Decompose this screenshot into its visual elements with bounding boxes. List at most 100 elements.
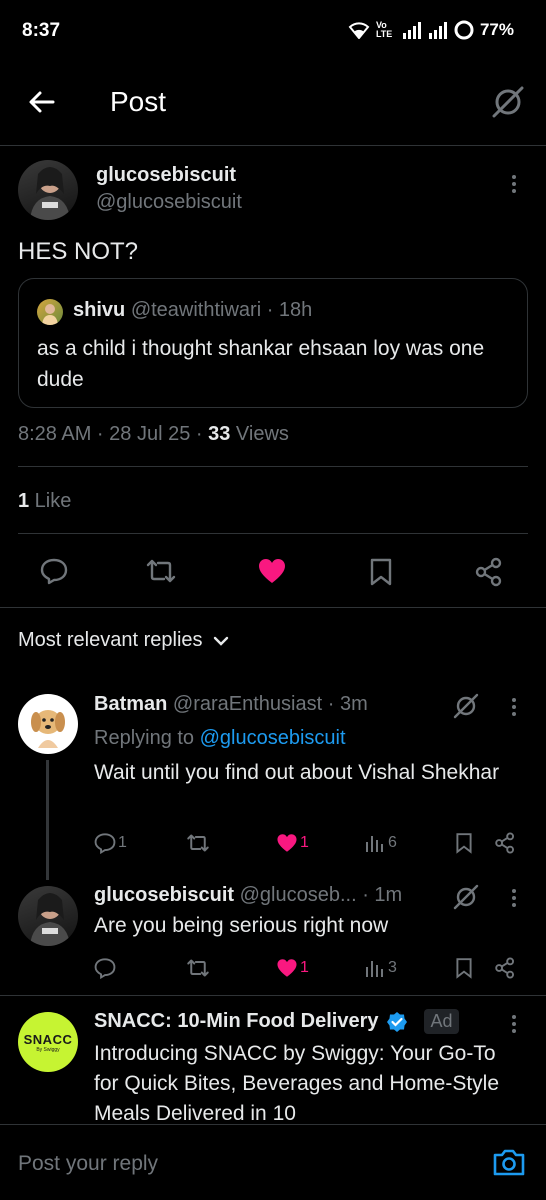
grok-icon (453, 693, 479, 719)
replying-to-link[interactable]: @glucosebiscuit (200, 727, 346, 749)
reply-count: 1 (118, 834, 127, 851)
heart-filled-icon (259, 559, 285, 583)
reply-reply-button[interactable]: 1 (94, 832, 127, 854)
quote-author-handle: @teawithtiwari (130, 299, 262, 321)
likes-summary[interactable]: 1 Like (18, 490, 71, 513)
grok-button[interactable] (452, 692, 480, 720)
divider (0, 145, 546, 146)
views-count: 6 (388, 834, 397, 851)
reply-repost-button[interactable] (186, 832, 210, 854)
signal-icon (402, 21, 422, 39)
reply-views-button[interactable]: 6 (364, 832, 397, 854)
ad-text: Introducing SNACC by Swiggy: Your Go-To … (94, 1042, 500, 1125)
reply-reply-button[interactable] (94, 957, 116, 979)
reply-input[interactable] (18, 1147, 458, 1181)
post-author-avatar[interactable] (18, 160, 78, 220)
reply-time: · 3m (327, 693, 368, 715)
post-more-button[interactable] (506, 174, 522, 194)
quote-header: shivu @teawithtiwari · 18h (73, 299, 312, 322)
battery-percent: 77% (479, 20, 514, 39)
reply-more-button[interactable] (508, 888, 520, 908)
heart-filled-icon (277, 834, 297, 852)
replying-to: Replying to @glucosebiscuit (94, 727, 346, 750)
reply-icon (94, 958, 116, 979)
status-time: 8:37 (22, 20, 61, 41)
quote-author-name: shivu (73, 299, 126, 321)
reply-share-button[interactable] (494, 957, 516, 979)
bookmark-icon (456, 958, 472, 979)
back-button[interactable] (26, 86, 58, 118)
reply-icon (94, 833, 116, 854)
ad-badge: Ad (424, 1009, 459, 1034)
ad-author-name[interactable]: SNACC: 10-Min Food Delivery (94, 1010, 378, 1033)
reply-like-button[interactable]: 1 (276, 832, 309, 854)
more-vertical-icon (512, 1015, 516, 1033)
reply-button[interactable] (40, 557, 68, 585)
camera-button[interactable] (492, 1147, 526, 1177)
camera-icon (493, 1149, 525, 1176)
quote-time: · 18h (266, 299, 313, 321)
like-count: 1 (300, 834, 309, 851)
post-text: HES NOT? (18, 238, 139, 265)
arrow-left-icon (29, 91, 55, 113)
post-author-name[interactable]: glucosebiscuit (96, 164, 236, 187)
share-button[interactable] (474, 557, 504, 587)
grok-button[interactable] (452, 883, 480, 911)
more-vertical-icon (512, 175, 516, 193)
like-count: 1 (300, 959, 309, 976)
ad-more-button[interactable] (508, 1014, 520, 1034)
bookmark-button[interactable] (368, 557, 394, 587)
likes-label: Like (29, 490, 72, 512)
grok-icon (492, 86, 524, 118)
share-icon (495, 957, 515, 979)
views-count: 3 (388, 959, 397, 976)
snacc-logo-sub: By Swiggy (36, 1046, 60, 1053)
bookmark-icon (370, 558, 392, 586)
quote-text: as a child i thought shankar ehsaan loy … (37, 337, 485, 391)
verified-badge-icon (387, 1011, 408, 1032)
reply-header: Batman @raraEnthusiast · 3m (94, 693, 368, 716)
reply-author-handle[interactable]: @raraEnthusiast (173, 693, 322, 715)
likes-count: 1 (18, 490, 30, 512)
like-button[interactable] (257, 557, 287, 585)
replies-sort-dropdown[interactable]: Most relevant replies (18, 629, 229, 652)
divider (0, 607, 546, 608)
reply-time: · 1m (362, 884, 403, 906)
reply-icon (40, 558, 68, 585)
repost-button[interactable] (145, 557, 177, 585)
grok-icon (453, 884, 479, 910)
more-vertical-icon (512, 889, 516, 907)
reply-author-avatar[interactable] (18, 694, 78, 754)
repost-icon (187, 959, 209, 977)
status-icons: Vo LTE 77% (348, 20, 514, 40)
views-label: Views (230, 423, 289, 445)
grok-button[interactable] (490, 84, 526, 120)
divider (18, 533, 528, 534)
repost-icon (187, 834, 209, 852)
reply-bookmark-button[interactable] (454, 957, 474, 979)
quoted-post[interactable]: shivu @teawithtiwari · 18h as a child i … (18, 278, 528, 408)
reply-bookmark-button[interactable] (454, 832, 474, 854)
post-author-handle[interactable]: @glucosebiscuit (96, 191, 242, 214)
reply-author-name[interactable]: glucosebiscuit (94, 884, 234, 906)
reply-author-name[interactable]: Batman (94, 693, 167, 715)
signal-icon-2 (428, 21, 448, 39)
replies-sort-label: Most relevant replies (18, 629, 203, 651)
reply-share-button[interactable] (494, 832, 516, 854)
divider (0, 995, 546, 996)
ad-header: SNACC: 10-Min Food Delivery Ad (94, 1009, 459, 1034)
views-count: 33 (208, 423, 231, 445)
reply-more-button[interactable] (508, 697, 520, 717)
share-icon (475, 557, 502, 587)
ad-author-avatar[interactable]: SNACC By Swiggy (18, 1012, 78, 1072)
analytics-icon (366, 836, 383, 852)
more-vertical-icon (512, 698, 516, 716)
battery-icon (454, 20, 474, 40)
reply-like-button[interactable]: 1 (276, 957, 309, 979)
reply-author-avatar[interactable] (18, 886, 78, 946)
reply-views-button[interactable]: 3 (364, 957, 397, 979)
volte-icon: Vo LTE (375, 20, 393, 39)
reply-author-handle[interactable]: @glucoseb... (240, 884, 357, 906)
snacc-logo: SNACC (23, 1031, 73, 1047)
reply-repost-button[interactable] (186, 957, 210, 979)
